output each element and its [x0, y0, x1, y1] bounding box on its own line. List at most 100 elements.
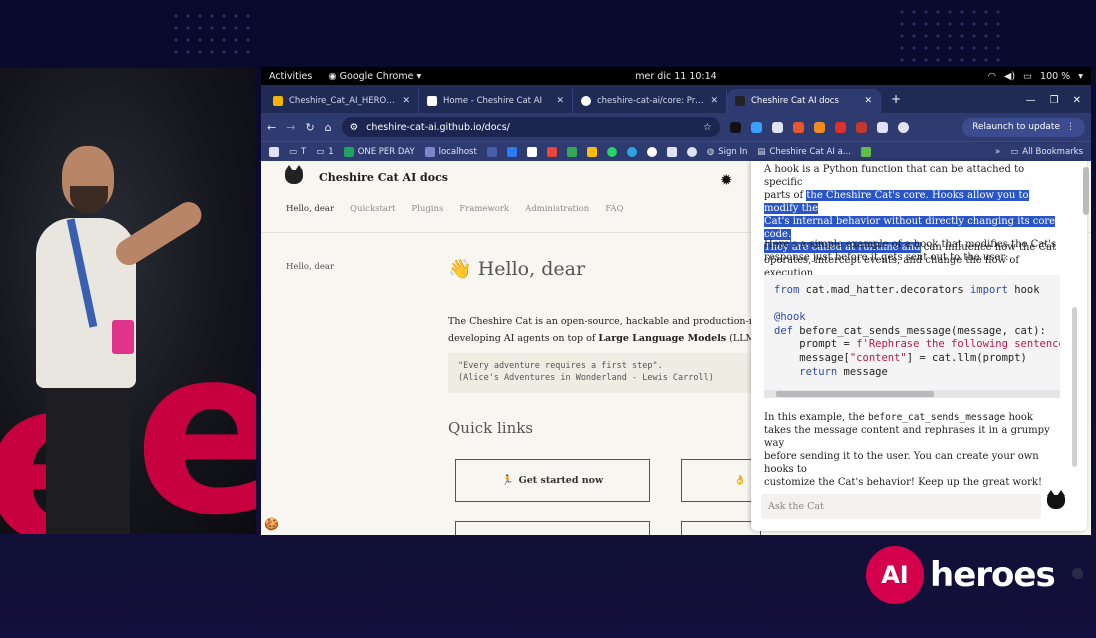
address-bar[interactable]: ⚙ cheshire-cat-ai.github.io/docs/ ☆ — [341, 117, 720, 137]
code-block[interactable]: from cat.mad_hatter.decorators import ho… — [764, 275, 1060, 398]
forward-icon[interactable]: → — [286, 121, 295, 134]
close-icon[interactable]: ✕ — [864, 96, 872, 106]
clock[interactable]: mer dic 11 10:14 — [261, 71, 1091, 82]
dot-pattern — [170, 10, 256, 60]
nav-administration[interactable]: Administration — [525, 204, 589, 214]
quick-link-button[interactable] — [681, 521, 761, 535]
nav-plugins[interactable]: Plugins — [411, 204, 443, 214]
bookmark-link[interactable]: localhost — [424, 146, 477, 157]
quick-link-button[interactable]: 👌 — [681, 459, 761, 502]
bookmark-icon[interactable] — [666, 146, 677, 157]
close-icon[interactable]: ✕ — [556, 96, 564, 106]
code-keyword: import — [969, 284, 1008, 296]
nav-quickstart[interactable]: Quickstart — [350, 204, 395, 214]
decorative-dot — [1072, 568, 1083, 579]
extension-icon[interactable] — [750, 121, 762, 133]
whatsapp-icon[interactable] — [606, 146, 617, 157]
reload-icon[interactable]: ↻ — [305, 121, 314, 134]
bookmark-link[interactable]: ◍ Sign In — [707, 147, 748, 157]
stage-backdrop-letters: e — [134, 299, 256, 535]
tab-label: cheshire-cat-ai/core: Produc — [597, 96, 705, 106]
tab-home[interactable]: Home - Cheshire Cat AI ✕ — [419, 89, 573, 113]
bookmark-icon[interactable] — [486, 146, 497, 157]
extensions-puzzle-icon[interactable] — [876, 121, 888, 133]
extension-icon[interactable] — [792, 121, 804, 133]
bookmark-folder[interactable]: ▭ T — [289, 147, 306, 157]
gmail-icon[interactable] — [546, 146, 557, 157]
tab-github[interactable]: cheshire-cat-ai/core: Produc ✕ — [573, 89, 727, 113]
bookmark-label: ONE PER DAY — [357, 146, 415, 157]
bookmark-link[interactable]: ONE PER DAY — [343, 146, 415, 157]
bookmark-label: T — [301, 146, 307, 157]
telegram-icon[interactable] — [626, 146, 637, 157]
chat-input[interactable]: Ask the Cat — [761, 494, 1041, 519]
speaker-badge — [112, 320, 134, 354]
chat-scrollbar[interactable] — [1072, 307, 1077, 467]
bookmark-link[interactable]: ▤ Cheshire Cat AI a... — [757, 147, 851, 157]
tab-docs[interactable]: Cheshire Cat AI docs ✕ — [727, 89, 881, 113]
extension-pen-icon[interactable] — [771, 121, 783, 133]
back-icon[interactable]: ← — [267, 121, 276, 134]
theme-toggle-icon[interactable]: ✹ — [720, 171, 733, 189]
code-text: before_cat_sends_message(message, cat): — [792, 324, 1046, 337]
site-title: Cheshire Cat AI docs — [319, 170, 448, 184]
chat-line: Here's a simple example of a hook that m… — [764, 239, 1057, 250]
sheets-icon — [343, 146, 354, 157]
scrollbar-thumb[interactable] — [776, 391, 934, 397]
code-decorator: @hook — [774, 311, 806, 324]
relaunch-button[interactable]: Relaunch to update ⋮ — [962, 117, 1085, 137]
tab-slides[interactable]: Cheshire_Cat_AI_HEROES - I ✕ — [265, 89, 419, 113]
runner-icon: 🏃 — [501, 475, 514, 486]
star-icon[interactable]: ☆ — [703, 122, 712, 133]
photos-icon[interactable] — [586, 146, 597, 157]
code-keyword: def — [774, 324, 793, 337]
drive-icon[interactable] — [566, 146, 577, 157]
nav-faq[interactable]: FAQ — [605, 204, 623, 214]
code-keyword: return — [774, 365, 838, 378]
bookmark-icon[interactable] — [506, 146, 517, 157]
close-icon[interactable]: ✕ — [402, 96, 410, 106]
folder-icon: ▭ — [289, 146, 298, 157]
close-window-icon[interactable]: ✕ — [1073, 95, 1081, 106]
bookmark-icon[interactable] — [269, 146, 279, 157]
nav-hello[interactable]: Hello, dear — [286, 204, 334, 214]
relaunch-label: Relaunch to update — [972, 122, 1060, 132]
speaker-video: e e — [0, 68, 256, 534]
maximize-icon[interactable]: ❐ — [1050, 95, 1059, 106]
bookmark-folder[interactable]: ▭ 1 — [316, 147, 333, 157]
site-info-icon[interactable]: ⚙ — [350, 122, 359, 133]
chat-text: In this example, the — [764, 412, 868, 423]
profile-icon[interactable] — [897, 121, 909, 133]
tab-label: Cheshire Cat AI docs — [751, 96, 839, 106]
close-icon[interactable]: ✕ — [710, 96, 718, 106]
bookmark-icon[interactable] — [860, 146, 871, 157]
extension-icon[interactable] — [813, 121, 825, 133]
extension-icon[interactable] — [834, 121, 846, 133]
speaker-legs — [46, 386, 130, 534]
home-icon[interactable]: ⌂ — [325, 121, 332, 134]
code-text: message — [837, 365, 888, 378]
extension-icon[interactable] — [855, 121, 867, 133]
get-started-button[interactable]: 🏃 Get started now — [455, 459, 650, 502]
sidebar-item-hello[interactable]: Hello, dear — [286, 262, 334, 272]
llm-link[interactable]: Large Language Models — [598, 333, 726, 344]
minimize-icon[interactable]: — — [1026, 95, 1036, 106]
stage: e e Activities ◉ Google Chrome ▾ mer dic… — [0, 0, 1096, 638]
bookmark-icon[interactable] — [686, 146, 697, 157]
shared-screen: Activities ◉ Google Chrome ▾ mer dic 11 … — [261, 67, 1091, 535]
nav-framework[interactable]: Framework — [459, 204, 509, 214]
code-scrollbar[interactable] — [764, 390, 1060, 398]
docs-brand[interactable]: Cheshire Cat AI docs — [285, 165, 448, 184]
quick-link-button[interactable] — [455, 521, 650, 535]
cheshire-cat-send-icon[interactable] — [1047, 490, 1065, 509]
page-scrollbar[interactable] — [1083, 167, 1089, 215]
github-icon[interactable] — [646, 146, 657, 157]
new-tab-button[interactable]: + — [881, 92, 911, 113]
all-bookmarks[interactable]: ▭ All Bookmarks — [1010, 147, 1083, 157]
more-bookmarks-icon[interactable]: » — [995, 147, 1000, 157]
cookie-icon[interactable]: 🍪 — [264, 517, 279, 531]
bookmark-icon[interactable] — [526, 146, 537, 157]
doc-icon: ▤ — [757, 146, 766, 157]
extension-cat-icon[interactable] — [729, 121, 741, 133]
github-icon — [581, 96, 591, 106]
